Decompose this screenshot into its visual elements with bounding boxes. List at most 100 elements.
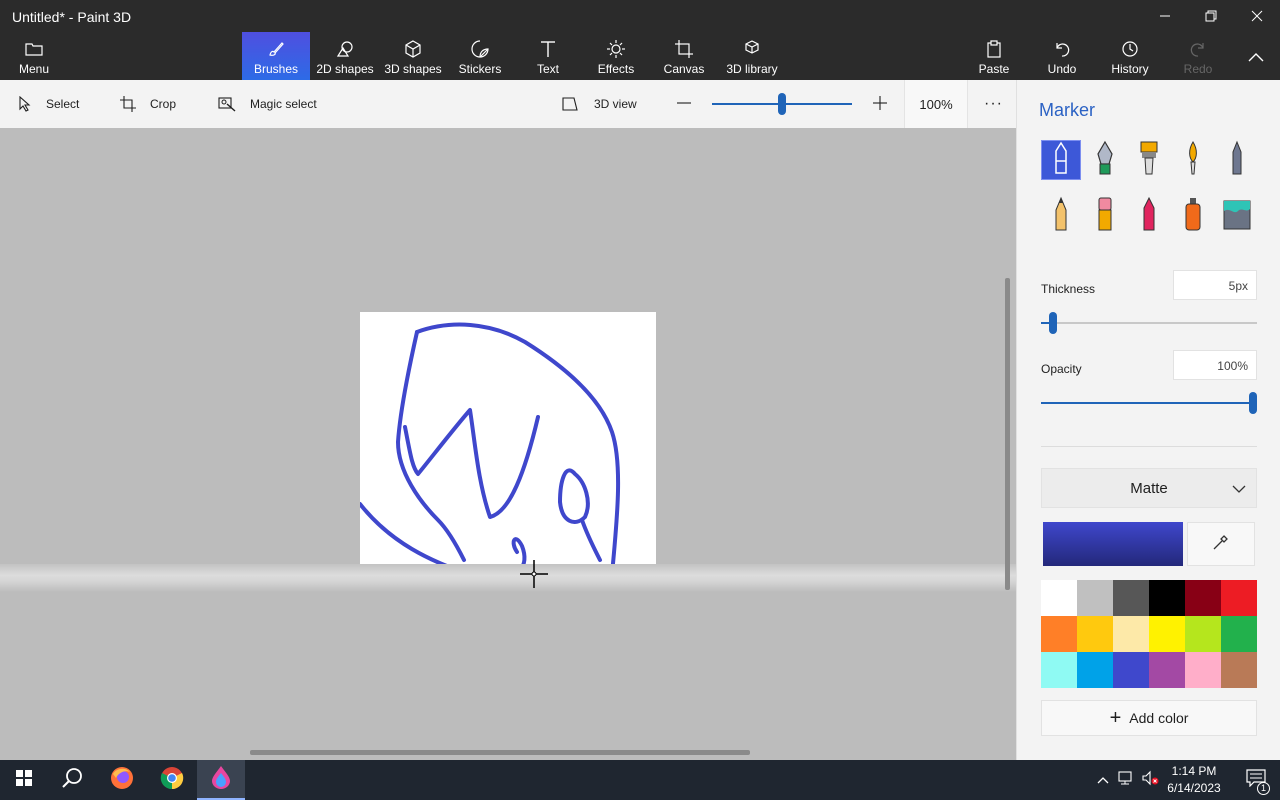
tab-brushes[interactable]: Brushes <box>242 32 310 80</box>
tab-label: Brushes <box>253 62 299 76</box>
paste-button[interactable]: Paste <box>970 32 1018 80</box>
tab-3d-library[interactable]: 3D library <box>722 32 782 80</box>
opacity-slider-thumb[interactable] <box>1249 392 1257 414</box>
taskbar-chrome[interactable] <box>148 760 196 800</box>
taskbar: 1:14 PM 6/14/2023 1 <box>0 760 1280 800</box>
color-swatch[interactable] <box>1041 580 1077 616</box>
add-color-button[interactable]: + Add color <box>1041 700 1257 736</box>
brush-oil[interactable] <box>1129 140 1169 180</box>
thickness-slider[interactable] <box>1041 312 1257 334</box>
color-swatch[interactable] <box>1113 616 1149 652</box>
taskbar-firefox[interactable] <box>98 760 146 800</box>
divider <box>1041 446 1257 447</box>
marker-icon <box>1049 141 1073 180</box>
history-button[interactable]: History <box>1106 32 1154 80</box>
menu-button[interactable]: Menu <box>10 32 58 80</box>
zoom-in-button[interactable] <box>872 80 888 128</box>
undo-button[interactable]: Undo <box>1038 32 1086 80</box>
vertical-scrollbar[interactable] <box>1005 278 1010 590</box>
opacity-slider[interactable] <box>1041 392 1257 414</box>
canvas-icon <box>675 38 693 60</box>
tab-label: 3D shapes <box>384 62 442 76</box>
3d-shapes-icon <box>404 38 422 60</box>
color-swatch[interactable] <box>1149 616 1185 652</box>
canvas-area[interactable] <box>0 128 1016 760</box>
brush-pencil[interactable] <box>1041 196 1081 236</box>
thickness-slider-track <box>1041 322 1257 324</box>
brush-eraser[interactable] <box>1085 196 1125 236</box>
panel-title: Marker <box>1039 100 1096 120</box>
show-hidden-icons-button[interactable] <box>1092 760 1114 800</box>
tab-text[interactable]: Text <box>524 32 572 80</box>
select-button[interactable]: Select <box>18 80 79 128</box>
zoom-value-box[interactable]: 100% <box>904 80 968 128</box>
effects-icon <box>607 38 625 60</box>
zoom-out-button[interactable] <box>676 80 692 128</box>
tab-label: 2D shapes <box>316 62 374 76</box>
color-swatch[interactable] <box>1149 580 1185 616</box>
thickness-input[interactable]: 5px <box>1173 270 1257 300</box>
brush-spray-can[interactable] <box>1173 196 1213 236</box>
brush-calligraphy-pen[interactable] <box>1085 140 1125 180</box>
start-button[interactable] <box>0 760 48 800</box>
opacity-input[interactable]: 100% <box>1173 350 1257 380</box>
tab-3d-shapes[interactable]: 3D shapes <box>380 32 446 80</box>
paste-icon <box>985 38 1003 60</box>
minus-icon <box>676 95 692 114</box>
tab-stickers[interactable]: Stickers <box>452 32 508 80</box>
close-icon[interactable] <box>1234 0 1280 32</box>
current-color-swatch[interactable] <box>1043 522 1183 566</box>
brush-crayon[interactable] <box>1129 196 1169 236</box>
network-button[interactable] <box>1114 760 1138 800</box>
eyedropper-button[interactable] <box>1187 522 1255 566</box>
more-options-button[interactable]: ··· <box>984 80 1003 128</box>
color-swatch[interactable] <box>1041 616 1077 652</box>
restore-icon[interactable] <box>1188 0 1234 32</box>
search-button[interactable] <box>48 760 96 800</box>
eraser-icon <box>1093 196 1117 237</box>
tab-effects[interactable]: Effects <box>592 32 640 80</box>
color-swatch[interactable] <box>1221 652 1257 688</box>
thickness-slider-thumb[interactable] <box>1049 312 1057 334</box>
tab-2d-shapes[interactable]: 2D shapes <box>312 32 378 80</box>
magic-select-button[interactable]: Magic select <box>218 80 317 128</box>
brush-marker[interactable] <box>1041 140 1081 180</box>
drawing-canvas[interactable] <box>358 312 656 578</box>
3d-view-button[interactable]: 3D view <box>562 80 637 128</box>
color-swatch[interactable] <box>1149 652 1185 688</box>
color-swatch[interactable] <box>1185 616 1221 652</box>
plus-icon <box>872 95 888 114</box>
color-swatch[interactable] <box>1113 580 1149 616</box>
zoom-slider-thumb[interactable] <box>778 93 786 115</box>
finish-dropdown[interactable]: Matte <box>1041 468 1257 508</box>
brush-watercolor[interactable] <box>1173 140 1213 180</box>
brush-fill[interactable] <box>1217 196 1257 236</box>
collapse-ribbon-button[interactable] <box>1236 32 1276 80</box>
color-swatch[interactable] <box>1185 652 1221 688</box>
paste-label: Paste <box>978 62 1010 76</box>
eyedropper-icon <box>1212 533 1230 556</box>
spray-can-icon <box>1181 196 1205 237</box>
3d-view-label: 3D view <box>594 97 637 111</box>
color-swatch[interactable] <box>1041 652 1077 688</box>
tab-canvas[interactable]: Canvas <box>660 32 708 80</box>
color-swatch[interactable] <box>1077 616 1113 652</box>
taskbar-clock[interactable]: 1:14 PM 6/14/2023 <box>1160 763 1228 797</box>
color-swatch[interactable] <box>1185 580 1221 616</box>
color-swatch[interactable] <box>1077 652 1113 688</box>
color-swatch[interactable] <box>1221 580 1257 616</box>
color-swatch[interactable] <box>1221 616 1257 652</box>
marker-drawing <box>358 322 621 578</box>
color-swatch[interactable] <box>1113 652 1149 688</box>
color-swatch[interactable] <box>1077 580 1113 616</box>
zoom-slider[interactable] <box>712 93 852 115</box>
notifications-button[interactable]: 1 <box>1232 760 1280 800</box>
taskbar-paint-3d[interactable] <box>197 760 245 800</box>
redo-button[interactable]: Redo <box>1174 32 1222 80</box>
tab-label: Effects <box>597 62 635 76</box>
minimize-icon[interactable] <box>1142 0 1188 32</box>
horizontal-scrollbar[interactable] <box>250 750 750 755</box>
brush-pixel-pen[interactable] <box>1217 140 1257 180</box>
crop-button[interactable]: Crop <box>120 80 176 128</box>
volume-button[interactable] <box>1138 760 1162 800</box>
